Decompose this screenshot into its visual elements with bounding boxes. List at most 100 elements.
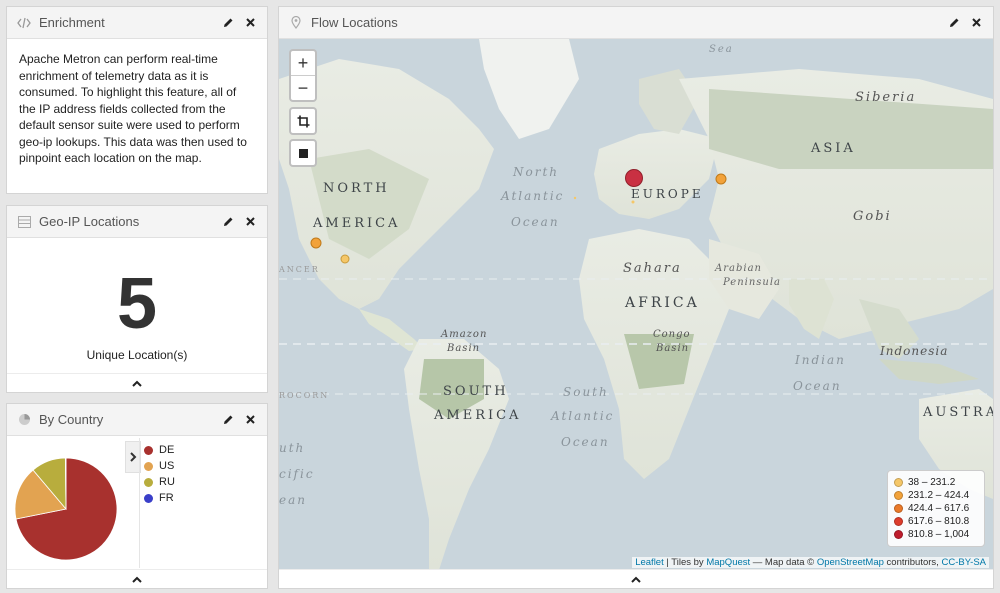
pencil-icon[interactable] [221,16,235,30]
square-icon [298,148,308,158]
country-legend: DE US RU FR [144,442,175,506]
pie-chart-icon [17,413,31,427]
legend-label: FR [159,492,174,504]
crop-icon [297,115,309,127]
map-label: South [563,385,609,399]
close-icon[interactable] [969,16,983,30]
license-link[interactable]: CC-BY-SA [941,557,986,568]
by-country-panel: By Country DE US RU FR [6,403,268,589]
legend-swatch [144,493,153,503]
collapse-bar [7,569,267,588]
enrichment-panel: Enrichment Apache Metron can perform rea… [6,6,268,194]
geo-ip-panel: Geo-IP Locations 5 Unique Location(s) [6,205,268,393]
legend-label: DE [159,444,175,456]
legend-swatch [144,477,153,487]
osm-link[interactable]: OpenStreetMap [817,557,884,568]
chevron-up-icon[interactable] [117,374,157,392]
flow-locations-panel: Flow Locations Sea Siberia ASIA NORTH AM… [278,6,994,589]
panel-title: By Country [39,412,104,427]
chevron-up-icon[interactable] [616,570,656,588]
table-icon [17,215,31,229]
map-legend-item: 424.4 – 617.6 [894,502,978,515]
map-label: Arabian [715,263,762,274]
map-legend-item: 810.8 – 1,004 [894,528,978,541]
legend-label: RU [159,476,175,488]
pencil-icon[interactable] [221,215,235,229]
divider [139,438,140,568]
map-label: Congo [653,329,691,340]
map-label: Ocean [511,215,560,229]
attribution-text: | Tiles by [663,557,707,568]
chevron-right-icon [129,452,136,462]
leaflet-link[interactable]: Leaflet [635,557,664,568]
zoom-control: + − [289,49,317,102]
map-label: NORTH [323,181,390,196]
map-legend: 38 – 231.2 231.2 – 424.4 424.4 – 617.6 6… [887,470,985,547]
map-label: Basin [656,343,690,354]
location-count: 5 [116,264,158,344]
country-pie-chart [14,457,118,561]
map-label: Atlantic [501,189,565,203]
map-label: ANCER [279,265,320,274]
draw-rectangle-button[interactable] [289,139,317,167]
mapquest-link[interactable]: MapQuest [706,557,750,568]
collapse-bar [7,373,267,392]
map-label: uth [279,441,306,455]
map-attribution: Leaflet | Tiles by MapQuest — Map data ©… [632,557,989,568]
zoom-in-button[interactable]: + [291,51,315,75]
legend-label: 617.6 – 810.8 [908,516,970,527]
panel-title: Enrichment [39,15,105,30]
chevron-up-icon[interactable] [117,570,157,588]
legend-label: US [159,460,175,472]
map-label: Siberia [855,90,917,105]
map-legend-item: 617.6 – 810.8 [894,515,978,528]
legend-swatch [144,445,153,455]
zoom-out-button[interactable]: − [291,75,315,100]
collapse-bar [279,569,993,588]
map-label: EUROPE [631,187,704,201]
legend-label: 38 – 231.2 [908,477,956,488]
panel-title: Geo-IP Locations [39,214,140,229]
pencil-icon[interactable] [947,16,961,30]
legend-label: 424.4 – 617.6 [908,503,970,514]
legend-swatch [894,517,903,526]
crop-button[interactable] [289,107,317,135]
map-label: Sahara [623,261,682,276]
map-label: Gobi [853,209,892,224]
map-label: Ocean [561,435,610,449]
map-label: ASIA [811,141,856,156]
map-label: Atlantic [551,409,615,423]
map-label: AMERICA [313,216,401,231]
map-label: ean [279,493,307,507]
legend-item[interactable]: RU [144,474,175,490]
map-label: SOUTH [443,384,509,399]
close-icon[interactable] [243,215,257,229]
close-icon[interactable] [243,413,257,427]
panel-header: Geo-IP Locations [7,206,267,238]
attribution-text: — Map data © [750,557,817,568]
map-label: Indonesia [880,344,949,358]
map-label: AUSTRAL [923,405,993,420]
legend-item[interactable]: US [144,458,175,474]
legend-swatch [144,461,153,471]
pencil-icon[interactable] [221,413,235,427]
legend-swatch [894,504,903,513]
map-label: North [513,165,560,179]
map-label: Basin [447,343,481,354]
map-label: Peninsula [723,277,782,288]
legend-label: 810.8 – 1,004 [908,529,970,540]
world-map[interactable]: Sea Siberia ASIA NORTH AMERICA North Atl… [279,39,993,570]
map-label: cific [279,467,315,481]
panel-header: By Country [7,404,267,436]
panel-title: Flow Locations [311,15,398,30]
legend-item[interactable]: DE [144,442,175,458]
close-icon[interactable] [243,16,257,30]
attribution-text: contributors, [883,557,942,568]
map-label: ROCORN [279,391,330,400]
map-label: AFRICA [625,295,700,311]
legend-label: 231.2 – 424.4 [908,490,970,501]
map-label: Amazon [441,329,488,340]
map-legend-item: 38 – 231.2 [894,476,978,489]
map-label: Indian [795,353,846,367]
legend-item[interactable]: FR [144,490,175,506]
